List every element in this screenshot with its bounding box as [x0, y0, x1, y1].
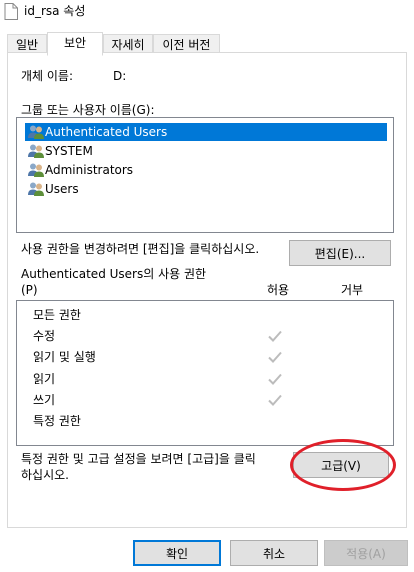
permission-label: 특정 권한	[33, 414, 81, 428]
edit-hint: 사용 권한을 변경하려면 [편집]을 클릭하십시오.	[21, 242, 260, 256]
users-group-icon	[28, 144, 44, 158]
object-name-label: 개체 이름:	[21, 69, 74, 83]
list-item-label: Administrators	[45, 163, 134, 177]
allow-check-icon	[268, 330, 282, 342]
allow-check-icon	[268, 373, 282, 385]
permission-row-special: 특정 권한	[17, 410, 393, 432]
apply-button[interactable]: 적용(A)	[324, 540, 408, 566]
ok-button[interactable]: 확인	[133, 540, 221, 566]
allow-header: 허용	[267, 283, 290, 297]
cancel-button[interactable]: 취소	[230, 540, 318, 566]
permission-row-read-execute: 읽기 및 실행	[17, 346, 393, 368]
list-item-system[interactable]: SYSTEM	[25, 142, 225, 160]
permission-row-read: 읽기	[17, 368, 393, 390]
advanced-hint-line1: 특정 권한 및 고급 설정을 보려면 [고급]을 클릭	[21, 452, 256, 466]
allow-check-icon	[268, 351, 282, 363]
permission-label: 쓰기	[33, 393, 56, 407]
object-name-value: D:	[113, 69, 127, 83]
list-item-administrators[interactable]: Administrators	[25, 161, 225, 179]
allow-check-icon	[268, 394, 282, 406]
tab-security[interactable]: 보안	[47, 32, 103, 56]
permission-label: 읽기	[33, 372, 56, 386]
list-item-label: SYSTEM	[45, 144, 93, 158]
permission-row-modify: 수정	[17, 325, 393, 347]
users-group-icon	[28, 125, 44, 139]
permission-label: 모든 권한	[33, 308, 81, 322]
permissions-list: 모든 권한 수정 읽기 및 실행 읽기 쓰기 특정 권한	[16, 300, 394, 446]
permission-label: 수정	[33, 329, 56, 343]
window-title: id_rsa 속성	[24, 4, 86, 18]
title-bar: id_rsa 속성	[0, 0, 414, 28]
advanced-button[interactable]: 고급(V)	[293, 452, 389, 478]
deny-header: 거부	[341, 283, 364, 297]
list-item-authenticated-users[interactable]: Authenticated Users	[25, 123, 387, 141]
list-item-users[interactable]: Users	[25, 180, 225, 198]
groups-listbox[interactable]: Authenticated Users SYSTEM Administrator…	[16, 117, 394, 233]
permission-row-write: 쓰기	[17, 389, 393, 411]
file-icon	[4, 3, 18, 20]
users-group-icon	[28, 182, 44, 196]
groups-label: 그룹 또는 사용자 이름(G):	[21, 103, 155, 117]
list-item-label: Users	[45, 182, 79, 196]
advanced-hint-line2: 하십시오.	[21, 468, 69, 482]
permissions-shortcut: (P)	[21, 283, 38, 297]
edit-button[interactable]: 편집(E)...	[289, 240, 391, 266]
permissions-title: Authenticated Users의 사용 권한	[21, 267, 207, 281]
list-item-label: Authenticated Users	[45, 125, 168, 139]
permission-row-full-control: 모든 권한	[17, 304, 393, 326]
users-group-icon	[28, 163, 44, 177]
permission-label: 읽기 및 실행	[33, 350, 96, 364]
